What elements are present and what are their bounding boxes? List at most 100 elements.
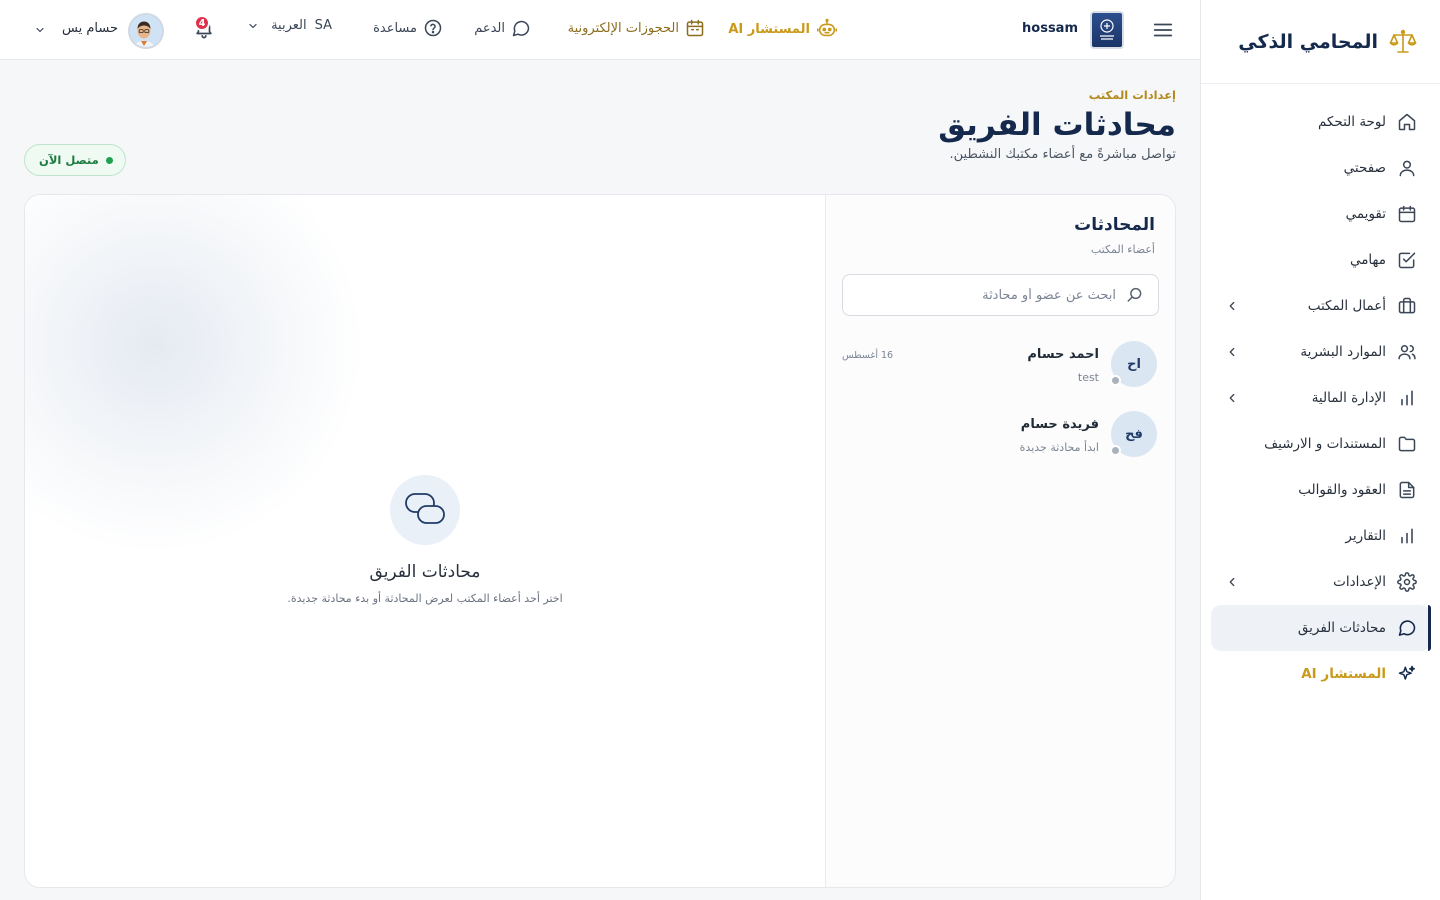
search-input[interactable] xyxy=(856,287,1116,303)
scales-logo-icon xyxy=(1388,27,1418,57)
sidebar-item-tasks[interactable]: مهامي xyxy=(1211,237,1430,283)
online-dot-icon xyxy=(105,156,113,164)
sidebar-item-label: صفحتي xyxy=(1343,160,1386,176)
brand-name: المحامي الذكي xyxy=(1238,30,1378,53)
sidebar-item-label: المستندات و الارشيف xyxy=(1264,436,1386,452)
shield-icon xyxy=(1100,19,1114,40)
sidebar-item-documents[interactable]: المستندات و الارشيف xyxy=(1211,421,1430,467)
sidebar-item-label: تقويمي xyxy=(1345,206,1386,222)
sidebar-item-label: أعمال المكتب xyxy=(1307,298,1386,314)
gear-icon xyxy=(1397,572,1417,592)
calendar-icon xyxy=(685,18,705,38)
chevron-left-icon xyxy=(1225,299,1239,313)
sidebar-item-contracts[interactable]: العقود والقوالب xyxy=(1211,467,1430,513)
sidebar-item-hr[interactable]: الموارد البشرية xyxy=(1211,329,1430,375)
robot-icon xyxy=(816,18,838,40)
sidebar-item-label: الإعدادات xyxy=(1333,574,1386,590)
chevron-left-icon xyxy=(1225,391,1239,405)
sidebar-item-ai-advisor[interactable]: المستشار AI xyxy=(1211,651,1430,697)
sidebar-nav: لوحة التحكم صفحتي تقويمي مهامي أعمال الم… xyxy=(1201,84,1440,697)
briefcase-icon xyxy=(1397,296,1417,316)
conversations-title: المحادثات xyxy=(1074,215,1155,235)
empty-state-title: محادثات الفريق xyxy=(369,562,481,582)
conversation-item[interactable]: اح احمد حسام test 16 أغسطس xyxy=(842,341,1157,397)
help-circle-icon xyxy=(423,18,443,38)
conversations-subtitle: أعضاء المكتب xyxy=(1090,243,1155,256)
sidebar-item-calendar[interactable]: تقويمي xyxy=(1211,191,1430,237)
language-label: العربية xyxy=(271,18,307,33)
office-name[interactable]: hossam xyxy=(1022,21,1078,36)
file-text-icon xyxy=(1397,480,1417,500)
topbar-bookings-link[interactable]: الحجوزات الإلكترونية xyxy=(568,18,705,38)
empty-state: محادثات الفريق اختر أحد أعضاء المكتب لعر… xyxy=(25,475,825,605)
conversation-last-message: test xyxy=(1077,371,1099,384)
sidebar-item-settings[interactable]: الإعدادات xyxy=(1211,559,1430,605)
conversation-date: 16 أغسطس xyxy=(842,350,894,361)
sidebar-item-label: الموارد البشرية xyxy=(1300,344,1386,360)
sidebar-item-label: مهامي xyxy=(1349,252,1386,268)
notification-badge: 4 xyxy=(194,15,210,31)
topbar-nav-label: الحجوزات الإلكترونية xyxy=(567,20,679,36)
chat-bubbles-icon xyxy=(390,475,460,545)
search-box xyxy=(842,274,1159,316)
avatar[interactable] xyxy=(128,13,164,49)
sidebar-item-office-work[interactable]: أعمال المكتب xyxy=(1211,283,1430,329)
chevron-left-icon xyxy=(1225,345,1239,359)
page-title: محادثات الفريق xyxy=(938,107,1176,143)
conversation-last-message: ابدأ محادثة جديدة xyxy=(1019,441,1099,454)
sidebar-item-label: الإدارة المالية xyxy=(1311,390,1386,406)
search-icon xyxy=(1126,286,1144,304)
status-text: متصل الآن xyxy=(39,153,99,167)
empty-state-subtitle: اختر أحد أعضاء المكتب لعرض المحادثة أو ب… xyxy=(287,592,563,605)
message-square-icon xyxy=(511,18,531,38)
brand[interactable]: المحامي الذكي xyxy=(1201,0,1440,84)
message-circle-icon xyxy=(1397,618,1417,638)
conversation-name: فريدة حسام xyxy=(1020,417,1099,432)
sparkles-icon xyxy=(1397,664,1417,684)
breadcrumb[interactable]: إعدادات المكتب xyxy=(938,88,1176,102)
sidebar-item-finance[interactable]: الإدارة المالية xyxy=(1211,375,1430,421)
page-subtitle: تواصل مباشرةً مع أعضاء مكتبك النشطين. xyxy=(949,147,1176,162)
offline-status-icon xyxy=(1110,375,1121,386)
sidebar-item-label: التقارير xyxy=(1345,528,1386,544)
topbar-ai-advisor-link[interactable]: المستشار AI xyxy=(728,18,838,40)
menu-icon[interactable] xyxy=(1152,19,1174,41)
conversation-item[interactable]: فح فريدة حسام ابدأ محادثة جديدة xyxy=(842,411,1157,467)
conversations-panel: المحادثات أعضاء المكتب اح احمد حسام test… xyxy=(825,195,1175,887)
sidebar-item-team-chats[interactable]: محادثات الفريق xyxy=(1211,605,1431,651)
profile-name[interactable]: حسام يس xyxy=(62,21,118,36)
bar-chart-icon xyxy=(1397,526,1417,546)
office-logo xyxy=(1090,11,1124,49)
home-icon xyxy=(1397,112,1417,132)
sidebar-item-my-page[interactable]: صفحتي xyxy=(1211,145,1430,191)
chevron-down-icon xyxy=(247,20,259,32)
topbar-help-link[interactable]: مساعدة xyxy=(373,18,443,38)
sidebar-item-dashboard[interactable]: لوحة التحكم xyxy=(1211,99,1430,145)
topbar: hossam المستشار AI الحجوزات الإلكترونية … xyxy=(0,0,1200,60)
chevron-left-icon xyxy=(1225,575,1239,589)
sidebar-item-label: لوحة التحكم xyxy=(1317,114,1386,130)
topbar-nav-label: المستشار AI xyxy=(728,21,810,37)
language-code: SA xyxy=(314,18,332,33)
sidebar-item-label: العقود والقوالب xyxy=(1298,482,1386,498)
topbar-nav-label: الدعم xyxy=(474,20,505,36)
chat-card: المحادثات أعضاء المكتب اح احمد حسام test… xyxy=(24,194,1176,888)
status-badge: متصل الآن xyxy=(24,144,126,176)
language-select[interactable]: SA العربية xyxy=(247,18,332,33)
conversation-name: احمد حسام xyxy=(1027,347,1099,362)
topbar-support-link[interactable]: الدعم xyxy=(474,18,531,38)
check-square-icon xyxy=(1397,250,1417,270)
sidebar-item-label: المستشار AI xyxy=(1301,666,1386,682)
users-icon xyxy=(1397,342,1417,362)
sidebar-item-label: محادثات الفريق xyxy=(1297,620,1386,636)
sidebar: المحامي الذكي لوحة التحكم صفحتي تقويمي م… xyxy=(1200,0,1440,900)
sidebar-item-reports[interactable]: التقارير xyxy=(1211,513,1430,559)
chat-thread-panel: محادثات الفريق اختر أحد أعضاء المكتب لعر… xyxy=(25,195,825,887)
user-icon xyxy=(1397,158,1417,178)
chevron-down-icon[interactable] xyxy=(34,24,46,36)
offline-status-icon xyxy=(1110,445,1121,456)
topbar-nav-label: مساعدة xyxy=(373,20,417,36)
profile-photo-icon xyxy=(130,15,162,47)
bar-chart-icon xyxy=(1397,388,1417,408)
calendar-icon xyxy=(1397,204,1417,224)
